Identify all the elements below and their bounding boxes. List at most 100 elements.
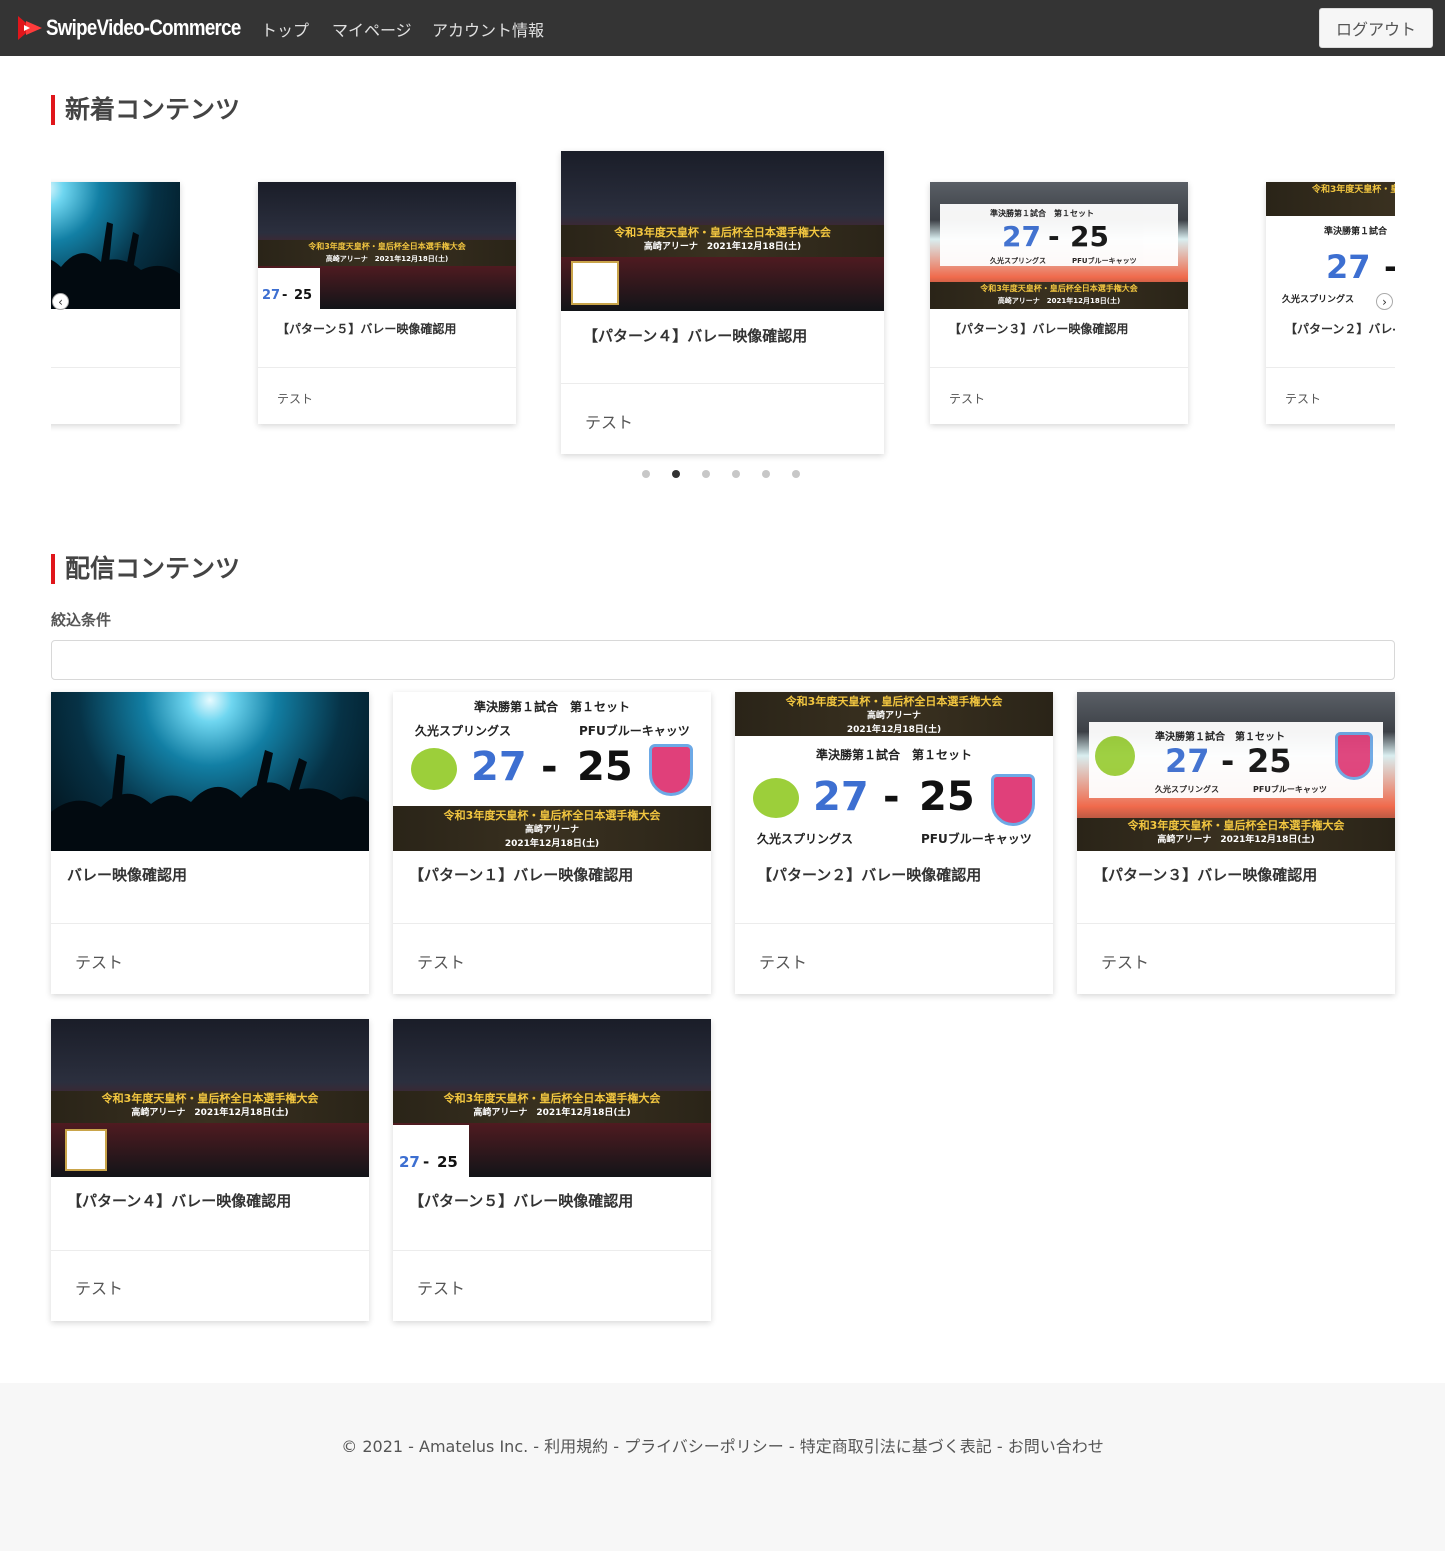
event-banner: 令和3年度天皇杯・皇后杯全日本選手権大会 高崎アリーナ 2021年12月18日(… [393, 806, 711, 851]
card-separator [1077, 923, 1395, 924]
scoreboard: 準決勝第１試合 第１セット 27 - 25 久光スプリングス PFUブルーキャッ… [940, 204, 1178, 266]
event-venue: 高崎アリーナ [524, 825, 579, 835]
filter-input[interactable] [51, 640, 1395, 680]
footer-separator: - [528, 1437, 545, 1456]
score-right: 25 [1070, 220, 1109, 253]
content-card[interactable]: 準決勝第１試合 第１セット 久光スプリングス PFUブルーキャッツ 27 - 2… [393, 692, 711, 994]
pagination-dot-active[interactable] [672, 470, 680, 478]
team-left: 久光スプリングス [990, 257, 1046, 265]
terms-link[interactable]: 利用規約 [544, 1437, 608, 1456]
card-thumbnail: 令和3年度天皇杯・皇后杯全日本選手権大会 高崎アリーナ 2021年12月18日(… [258, 182, 516, 309]
card-title: 【パターン２】バレー映像確認用 [757, 866, 982, 884]
nav-link-top[interactable]: トップ [261, 17, 309, 41]
pagination-dot[interactable] [732, 470, 740, 478]
match-label: 準決勝第１試合 第１セット [473, 700, 630, 714]
card-thumbnail: 準決勝第１試合 第１セット 27 - 25 久光スプリングス PFUブルーキャッ… [1077, 692, 1395, 851]
event-venue: 高崎アリーナ 2021年12月18日(土) [473, 1108, 631, 1118]
team-left: 久光スプリングス [1282, 295, 1355, 305]
carousel-next-button[interactable]: › [1376, 293, 1393, 310]
score-separator: - [541, 744, 558, 790]
content-card[interactable]: 令和3年度天皇杯・皇后杯全日本選手権大会 高崎アリーナ 2021年12月18日(… [735, 692, 1053, 994]
springs-logo-icon [753, 778, 799, 818]
event-title: 令和3年度天皇杯・皇后杯全日本選手権大会 [1127, 819, 1345, 832]
footer: © 2021 - Amatelus Inc. - 利用規約 - プライバシーポリ… [0, 1383, 1445, 1551]
footer-separator: - [608, 1437, 625, 1456]
pagination-dot[interactable] [702, 470, 710, 478]
brand-name: SwipeVideo-Commerce [46, 15, 241, 40]
card-meta: テスト [759, 953, 808, 972]
contact-link[interactable]: お問い合わせ [1008, 1437, 1104, 1456]
bluecats-logo-icon [649, 744, 693, 796]
footer-links: © 2021 - Amatelus Inc. - 利用規約 - プライバシーポリ… [0, 1433, 1445, 1457]
commerce-law-link[interactable]: 特定商取引法に基づく表記 [800, 1437, 992, 1456]
card-title: 【パターン３】バレー映像確認用 [949, 322, 1129, 336]
event-title: 令和3年度天皇杯・皇后杯全日本選手権大会 [443, 809, 661, 822]
card-thumbnail: 令和3年度天皇杯・皇后杯全日本選手権大会 高崎アリーナ 2021年12月18日(… [51, 1019, 369, 1177]
score-right: 25 [577, 744, 633, 790]
event-title: 令和3年度天皇杯・皇后杯全日本選手権大会 [1312, 185, 1395, 195]
filter-label: 絞込条件 [51, 611, 112, 629]
event-date: 2021年12月18日(土) [846, 725, 942, 735]
card-title: 【パターン３】バレー映像確認用 [1093, 866, 1318, 884]
card-separator [1266, 367, 1395, 368]
score-right: 25 [294, 288, 313, 303]
logout-button[interactable]: ログアウト [1319, 8, 1433, 48]
distribution-content-heading: 配信コンテンツ [51, 554, 240, 584]
carousel-card[interactable]: 準決勝第１試合 第１セット 27 - 25 久光スプリングス PFUブルーキャッ… [930, 182, 1188, 424]
pagination-dot[interactable] [792, 470, 800, 478]
brand-logo-icon [18, 16, 42, 40]
card-meta: テスト [277, 392, 314, 406]
concert-crowd-image [51, 750, 369, 851]
event-banner: 令和3年度天皇杯・皇后杯全日本選手権大会 高崎アリーナ 2021年12月18日(… [561, 225, 884, 257]
carousel-card-active[interactable]: 令和3年度天皇杯・皇后杯全日本選手権大会 高崎アリーナ 2021年12月18日(… [561, 151, 884, 454]
nav-link-mypage[interactable]: マイページ [332, 17, 412, 41]
match-label: 準決勝第１試合 第１セット [1324, 227, 1395, 237]
top-navbar: SwipeVideo-Commerce トップ マイページ アカウント情報 ログ… [0, 0, 1445, 56]
card-meta: テスト [585, 413, 634, 432]
card-thumbnail: 令和3年度天皇杯・皇后杯全日本選手権大会 準決勝第１試合 第１セット 27 - … [1266, 182, 1395, 309]
card-thumbnail [51, 182, 180, 309]
score-separator: - [282, 288, 288, 303]
carousel-prev-button[interactable]: ‹ [52, 293, 69, 310]
card-separator [51, 923, 369, 924]
card-meta: テスト [949, 392, 986, 406]
card-separator [258, 367, 516, 368]
emblem-icon [571, 261, 619, 305]
content-card[interactable]: 準決勝第１試合 第１セット 27 - 25 久光スプリングス PFUブルーキャッ… [1077, 692, 1395, 994]
copyright: © 2021 - Amatelus Inc. [341, 1437, 529, 1456]
score-left: 27 [1165, 742, 1210, 780]
privacy-link[interactable]: プライバシーポリシー [624, 1437, 784, 1456]
card-separator [561, 383, 884, 384]
event-banner: 令和3年度天皇杯・皇后杯全日本選手権大会 高崎アリーナ 2021年12月18日(… [393, 1091, 711, 1123]
team-right: PFUブルーキャッツ [921, 832, 1032, 846]
card-separator [51, 367, 180, 368]
brand-link[interactable]: SwipeVideo-Commerce [16, 12, 275, 44]
card-title: バレー映像確認用 [67, 866, 188, 884]
content-card[interactable]: 令和3年度天皇杯・皇后杯全日本選手権大会 高崎アリーナ 2021年12月18日(… [51, 1019, 369, 1321]
card-meta: テスト [75, 953, 124, 972]
carousel-card[interactable] [51, 182, 180, 424]
card-thumbnail [51, 692, 369, 851]
content-card[interactable]: バレー映像確認用 テスト [51, 692, 369, 994]
event-banner: 令和3年度天皇杯・皇后杯全日本選手権大会 高崎アリーナ 2021年12月18日(… [258, 240, 516, 266]
team-left: 久光スプリングス [415, 724, 512, 738]
pagination-dot[interactable] [642, 470, 650, 478]
score-separator: - [1384, 248, 1395, 286]
carousel-pagination [642, 470, 800, 480]
footer-separator: - [783, 1437, 800, 1456]
carousel-card[interactable]: 令和3年度天皇杯・皇后杯全日本選手権大会 高崎アリーナ 2021年12月18日(… [258, 182, 516, 424]
pagination-dot[interactable] [762, 470, 770, 478]
content-card[interactable]: 令和3年度天皇杯・皇后杯全日本選手権大会 高崎アリーナ 2021年12月18日(… [393, 1019, 711, 1321]
card-separator [930, 367, 1188, 368]
event-venue: 高崎アリーナ 2021年12月18日(土) [1157, 835, 1315, 845]
event-banner: 令和3年度天皇杯・皇后杯全日本選手権大会 高崎アリーナ 2021年12月18日(… [51, 1091, 369, 1123]
card-thumbnail: 令和3年度天皇杯・皇后杯全日本選手権大会 高崎アリーナ 2021年12月18日(… [561, 151, 884, 311]
score-left: 27 [262, 288, 281, 303]
event-venue: 高崎アリーナ 2021年12月18日(土) [325, 255, 449, 263]
score-left: 27 [813, 774, 869, 820]
card-title: 【パターン５】バレー映像確認用 [277, 322, 457, 336]
match-label: 準決勝第１試合 第１セット [1155, 732, 1285, 743]
scoreboard: 準決勝第１試合 第１セット 27 - 25 久光スプリングス PFUブルーキャッ… [1089, 722, 1383, 798]
chevron-left-icon: ‹ [58, 294, 63, 309]
nav-link-account[interactable]: アカウント情報 [432, 17, 544, 41]
